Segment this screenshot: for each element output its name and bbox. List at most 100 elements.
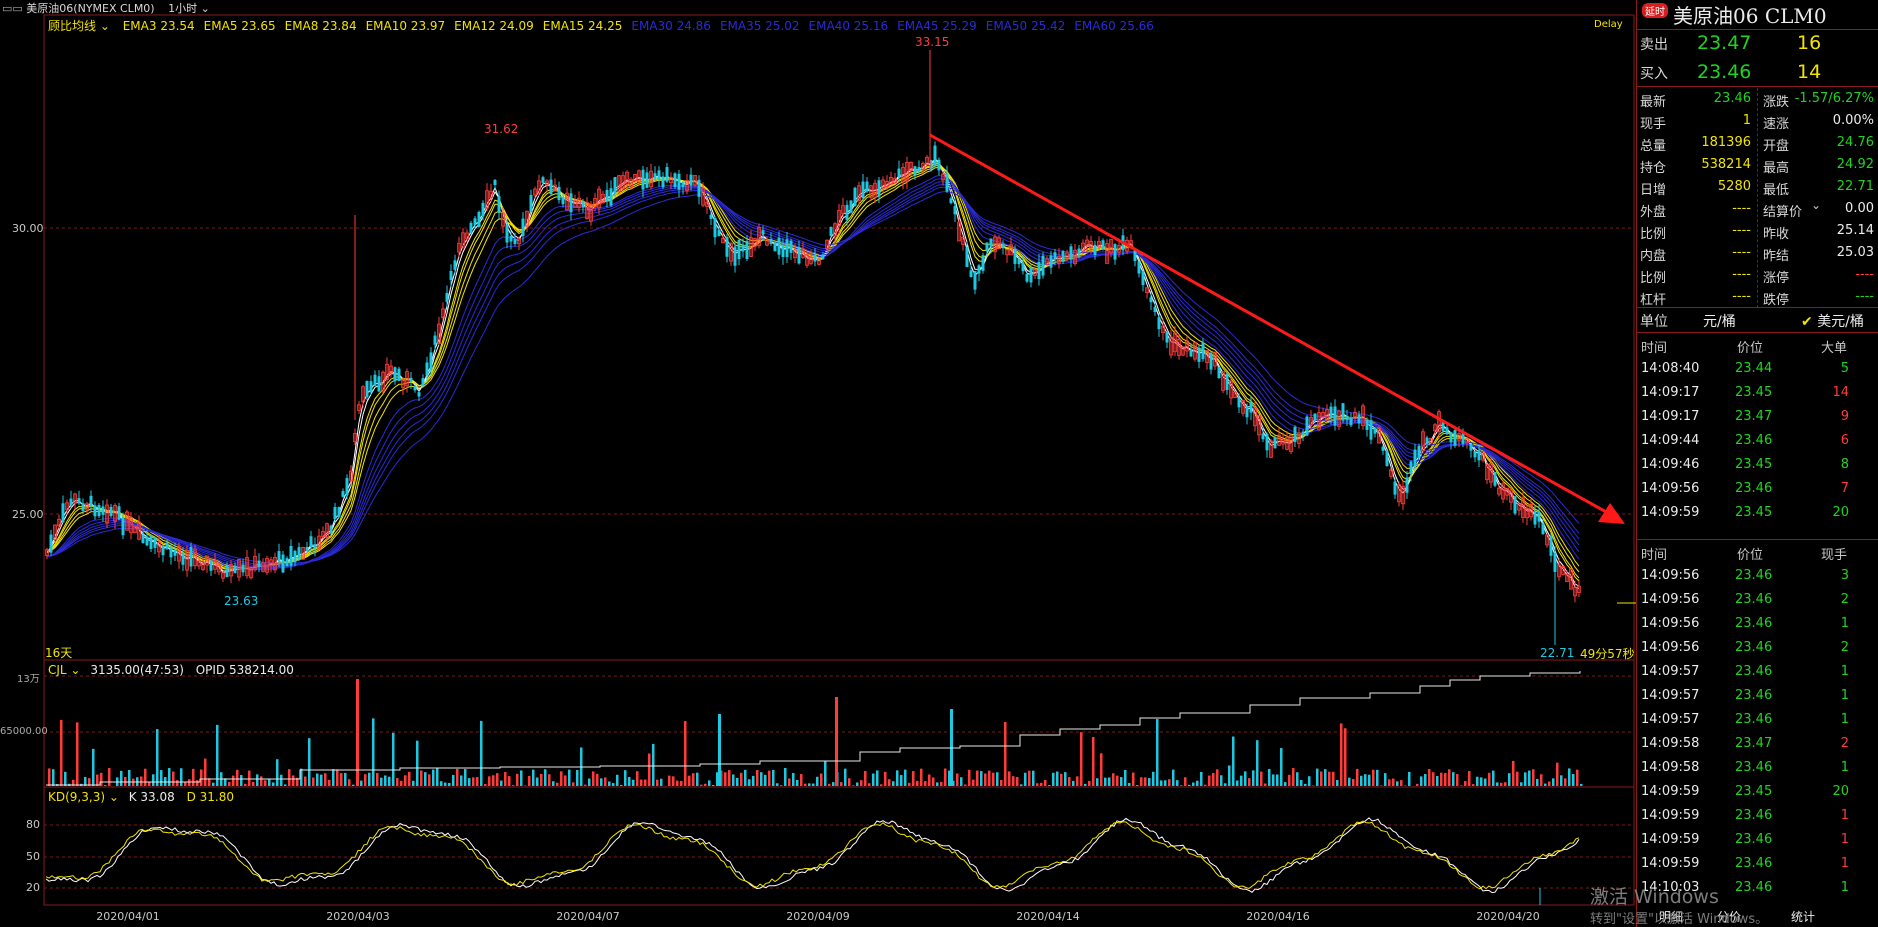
- volume-bar: [718, 714, 721, 786]
- volume-bar: [816, 776, 819, 786]
- table-row[interactable]: 14:09:56 23.46 7: [1637, 478, 1878, 502]
- candle-body: [677, 173, 681, 190]
- volume-bar: [520, 770, 523, 786]
- candle-body: [1209, 352, 1213, 370]
- column-header: 现手: [1821, 548, 1848, 563]
- table-row[interactable]: 14:09:57 23.46 1: [1637, 709, 1878, 733]
- volume-bar: [1164, 780, 1167, 786]
- candle-body: [373, 374, 377, 386]
- table-row[interactable]: 14:09:56 23.46 1: [1637, 613, 1878, 637]
- candle-body: [1237, 397, 1241, 408]
- volume-indicator-select[interactable]: CJL ⌄: [48, 663, 80, 677]
- quote-value: 24.92: [1836, 157, 1874, 172]
- volume-bar: [408, 771, 411, 786]
- row-qty: 1: [1840, 880, 1849, 895]
- period-select[interactable]: 1小时 ⌄: [168, 2, 210, 15]
- volume-bar: [828, 783, 831, 786]
- candle-body: [1197, 347, 1201, 362]
- table-row[interactable]: 14:09:56 23.46 3: [1637, 565, 1878, 589]
- candle-body: [285, 558, 289, 567]
- indicator-select[interactable]: 顾比均线 ⌄: [48, 19, 110, 33]
- volume-bar: [108, 768, 111, 786]
- volume-bar: [508, 776, 511, 786]
- candle-body: [305, 547, 309, 552]
- volume-bar: [560, 771, 563, 786]
- table-row[interactable]: 14:09:56 23.46 2: [1637, 637, 1878, 661]
- volume-bar: [1172, 769, 1175, 786]
- candle-body: [737, 240, 741, 260]
- volume-bar: [168, 768, 171, 786]
- volume-bar: [1120, 777, 1123, 786]
- ticks-table[interactable]: 时间 价位 现手 14:09:56 23.46 3 14:09:56 23.46 2 14:09:…: [1637, 541, 1878, 901]
- big-orders-table[interactable]: 时间 价位 大单 14:08:40 23.44 5 14:09:17 23.45 14 14:09…: [1637, 334, 1878, 539]
- table-row[interactable]: 14:09:46 23.45 8: [1637, 454, 1878, 478]
- volume-bar: [1548, 781, 1551, 786]
- volume-bar: [180, 768, 183, 786]
- chart-area[interactable]: ▭▭ 美原油06(NYMEX CLM0) 1小时 ⌄ 顾比均线 ⌄ EMA3 2…: [0, 0, 1636, 927]
- table-row[interactable]: 14:09:57 23.46 1: [1637, 661, 1878, 685]
- candle-body: [1217, 366, 1221, 379]
- volume-bar: [1444, 772, 1447, 786]
- table-header: 时间 价位 现手: [1637, 541, 1878, 565]
- table-row[interactable]: 14:09:56 23.46 2: [1637, 589, 1878, 613]
- volume-bar: [140, 776, 143, 786]
- table-row[interactable]: 14:09:17 23.45 14: [1637, 382, 1878, 406]
- volume-bar: [344, 772, 347, 786]
- table-row[interactable]: 14:09:59 23.46 1: [1637, 829, 1878, 853]
- quote-value: ----: [1732, 245, 1751, 260]
- table-row[interactable]: 14:08:40 23.44 5: [1637, 358, 1878, 382]
- candle-body: [169, 547, 173, 558]
- quote-value: 5280: [1717, 179, 1751, 194]
- candle-body: [421, 378, 425, 387]
- volume-bar: [788, 778, 791, 786]
- bid-row[interactable]: 买入 23.46 14: [1637, 61, 1878, 83]
- volume-bar: [396, 777, 399, 786]
- ema-legend-7: EMA35 25.02: [719, 19, 800, 33]
- row-qty: 20: [1832, 784, 1849, 799]
- candle-body: [1305, 416, 1309, 436]
- candle-body: [773, 242, 777, 252]
- kline-chart[interactable]: [0, 0, 1636, 927]
- candle-body: [653, 173, 657, 179]
- candle-body: [529, 195, 533, 213]
- menu-icon[interactable]: ▭▭: [2, 2, 23, 15]
- volume-bar: [744, 769, 747, 786]
- table-row[interactable]: 14:09:17 23.47 9: [1637, 406, 1878, 430]
- row-qty: 1: [1840, 688, 1849, 703]
- volume-bar: [736, 777, 739, 786]
- table-row[interactable]: 14:09:59 23.45 20: [1637, 781, 1878, 805]
- volume-bar: [1408, 771, 1411, 786]
- unit-option-cny[interactable]: 元/桶: [1703, 311, 1736, 331]
- volume-bar: [996, 772, 999, 786]
- quote-value: 24.76: [1836, 135, 1874, 150]
- column-header: 大单: [1821, 341, 1848, 356]
- table-row[interactable]: 14:09:58 23.46 1: [1637, 757, 1878, 781]
- unit-option-usd[interactable]: ✔ 美元/桶: [1801, 311, 1864, 331]
- days-label: 16天: [45, 646, 73, 660]
- table-row[interactable]: 14:09:59 23.46 1: [1637, 805, 1878, 829]
- table-row[interactable]: 14:09:58 23.47 2: [1637, 733, 1878, 757]
- candle-body: [289, 545, 293, 566]
- kd-indicator-select[interactable]: KD(9,3,3) ⌄: [48, 790, 119, 804]
- table-row[interactable]: 14:09:59 23.45 20: [1637, 502, 1878, 526]
- ask-row[interactable]: 卖出 23.47 16: [1637, 32, 1878, 54]
- candle-body: [309, 536, 313, 548]
- table-row[interactable]: 14:09:57 23.46 1: [1637, 685, 1878, 709]
- volume-bar: [1500, 782, 1503, 786]
- table-row[interactable]: 14:09:59 23.46 1: [1637, 853, 1878, 877]
- volume-bar: [1212, 772, 1215, 786]
- candle-body: [413, 386, 417, 391]
- volume-bar: [1416, 783, 1419, 786]
- candle-body: [897, 168, 901, 177]
- volume-bar: [568, 769, 571, 786]
- tab-statistics[interactable]: 统计: [1791, 908, 1815, 925]
- candle-body: [1013, 249, 1017, 264]
- candle-body: [1273, 437, 1277, 449]
- volume-bar: [1208, 775, 1211, 786]
- chevron-down-icon[interactable]: ⌄: [1811, 198, 1821, 212]
- volume-bar: [640, 779, 643, 786]
- row-time: 14:09:56: [1641, 616, 1700, 631]
- candle-body: [917, 167, 921, 172]
- table-row[interactable]: 14:09:44 23.46 6: [1637, 430, 1878, 454]
- volume-bar: [284, 784, 287, 786]
